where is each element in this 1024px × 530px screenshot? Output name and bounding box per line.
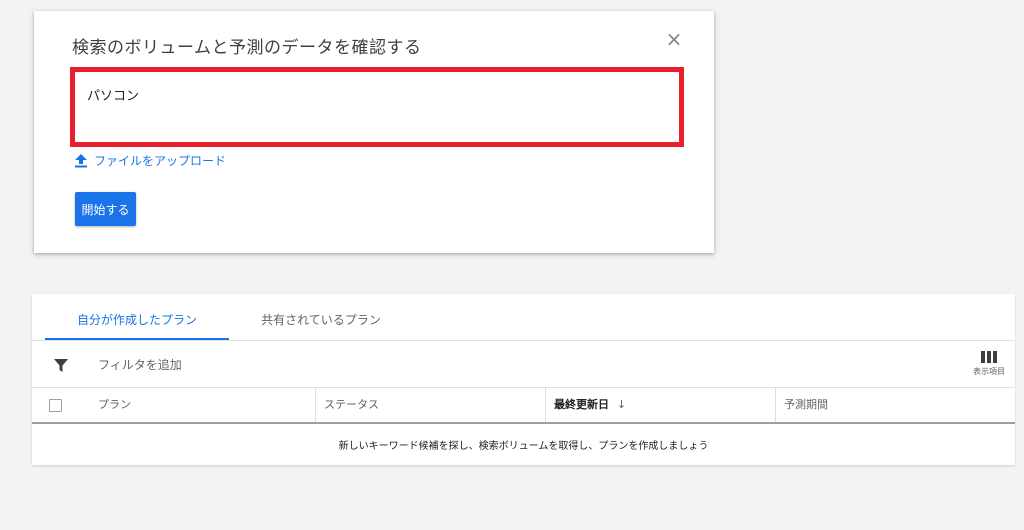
columns-icon — [966, 351, 1012, 363]
column-header-plan[interactable]: プラン — [90, 388, 315, 422]
keywords-input[interactable]: パソコン — [70, 67, 684, 147]
upload-link-label: ファイルをアップロード — [94, 154, 227, 168]
empty-state-message: 新しいキーワード候補を探し、検索ボリュームを取得し、プランを作成しましょう — [338, 441, 709, 452]
filter-bar: フィルタを追加 表示項目 — [32, 341, 1015, 388]
filter-icon[interactable] — [54, 358, 68, 377]
start-button[interactable]: 開始する — [75, 192, 136, 226]
tab-shared-plans[interactable]: 共有されているプラン — [246, 294, 396, 340]
dialog-title: 検索のボリュームと予測のデータを確認する — [72, 38, 422, 58]
keywords-input-value: パソコン — [87, 89, 140, 104]
tab-my-plans-label: 自分が作成したプラン — [76, 313, 197, 327]
column-header-last-updated-label: 最終更新日 — [554, 398, 609, 411]
tab-shared-plans-label: 共有されているプラン — [261, 313, 381, 327]
active-tab-indicator — [45, 338, 229, 340]
tab-my-plans[interactable]: 自分が作成したプラン — [45, 294, 229, 340]
select-all-checkbox[interactable] — [49, 399, 62, 412]
column-header-forecast-period[interactable]: 予測期間 — [775, 388, 1015, 422]
column-header-status[interactable]: ステータス — [315, 388, 545, 422]
plans-table-header: プラン ステータス 最終更新日 ↓ 予測期間 — [32, 388, 1015, 424]
upload-file-link[interactable]: ファイルをアップロード — [74, 152, 226, 169]
columns-button[interactable]: 表示項目 — [966, 351, 1012, 377]
close-icon[interactable]: × — [662, 27, 686, 51]
columns-label: 表示項目 — [973, 367, 1005, 376]
keyword-forecast-dialog: 検索のボリュームと予測のデータを確認する × パソコン ファイルをアップロード … — [34, 11, 714, 253]
add-filter-button[interactable]: フィルタを追加 — [98, 356, 182, 373]
plans-panel: 自分が作成したプラン 共有されているプラン フィルタを追加 表示項目 プラン ス… — [32, 294, 1015, 465]
column-header-last-updated[interactable]: 最終更新日 ↓ — [545, 388, 775, 422]
sort-down-icon: ↓ — [616, 398, 627, 411]
plans-tabs: 自分が作成したプラン 共有されているプラン — [32, 294, 1015, 341]
upload-icon — [74, 153, 88, 168]
